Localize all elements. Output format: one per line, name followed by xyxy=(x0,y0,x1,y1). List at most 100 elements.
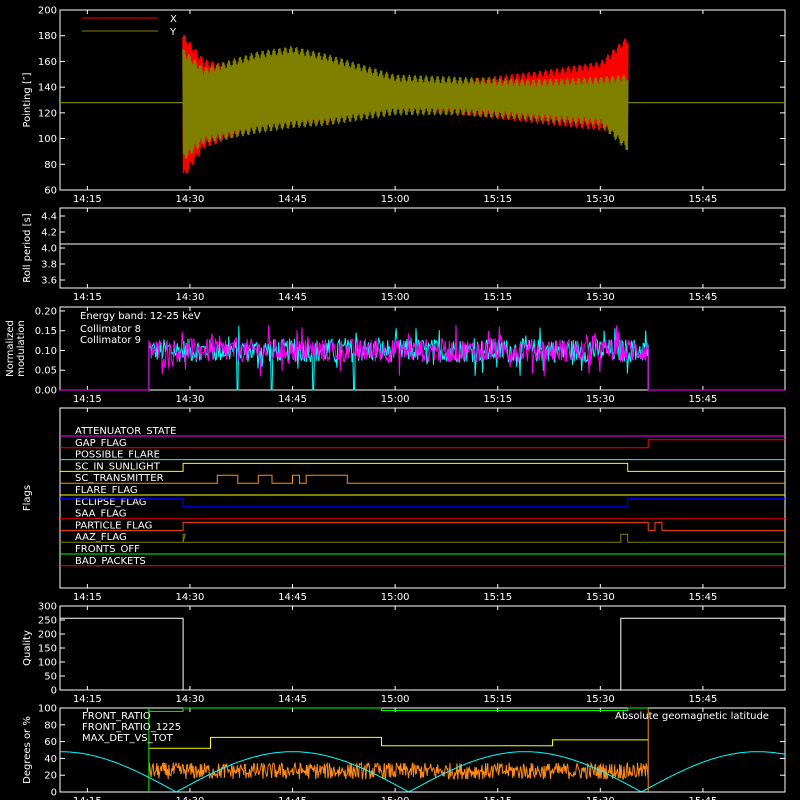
x-tick-label: 14:45 xyxy=(278,194,307,205)
flag-label-possible_flare: POSSIBLE_FLARE xyxy=(75,450,160,461)
y-axis-label: Flags xyxy=(22,485,33,511)
flag-label-flare_flag: FLARE_FLAG xyxy=(75,485,138,496)
x-tick-label: 14:45 xyxy=(278,592,307,603)
flag-row-sc_in_sunlight: SC_IN_SUNLIGHT xyxy=(60,461,785,472)
y-axis-label: Degrees or % xyxy=(22,716,33,784)
flag-row-attenuator_state: ATTENUATOR_STATE xyxy=(60,426,785,437)
flag-row-eclipse_flag: ECLIPSE_FLAG xyxy=(60,497,785,508)
flag-label-sc_transmitter: SC_TRANSMITTER xyxy=(75,473,164,484)
x-tick-label: 15:30 xyxy=(586,292,615,303)
y-tick-label: 160 xyxy=(38,57,57,68)
y-tick-label: 60 xyxy=(44,186,57,197)
x-tick-label: 15:00 xyxy=(381,394,410,405)
y-tick-label: 4.4 xyxy=(41,212,57,223)
y-tick-label: 0.10 xyxy=(35,346,57,357)
y-tick-label: 0.00 xyxy=(35,386,57,397)
y-tick-label: 0.05 xyxy=(35,366,57,377)
flag-row-fronts_off: FRONTS_OFF xyxy=(60,544,785,555)
x-tick-label: 14:30 xyxy=(176,796,205,800)
y-tick-label: 80 xyxy=(44,160,57,171)
x-tick-label: 14:15 xyxy=(73,292,102,303)
legend-label-front_ratio: FRONT_RATIO xyxy=(82,711,151,722)
x-tick-label: 15:30 xyxy=(586,796,615,800)
x-tick-label: 14:45 xyxy=(278,394,307,405)
x-tick-label: 14:45 xyxy=(278,796,307,800)
figure: 14:15 14:30 14:45 15:00 15:15 15:30 15:45 Point… xyxy=(0,0,800,800)
y-tick-label: 100 xyxy=(38,658,57,669)
x-tick-label: 15:15 xyxy=(483,292,512,303)
y-tick-label: 0.15 xyxy=(35,326,57,337)
legend-label-collimator-9: Collimator 9 xyxy=(80,335,141,346)
y-axis-label: modulation xyxy=(16,320,27,377)
x-tick-label: 15:45 xyxy=(689,796,718,800)
flag-row-aaz_flag: AAZ_FLAG xyxy=(60,532,785,543)
y-tick-label: 200 xyxy=(38,630,57,641)
x-tick-label: 14:30 xyxy=(176,194,205,205)
flag-label-aaz_flag: AAZ_FLAG xyxy=(75,532,127,543)
y-tick-label: 0 xyxy=(51,788,57,799)
chart-svg: 14:15 14:30 14:45 15:00 15:15 15:30 15:45 Point… xyxy=(5,6,786,800)
x-tick-label: 15:30 xyxy=(586,592,615,603)
y-axis-label: Quality xyxy=(22,630,33,666)
y-tick-label: 200 xyxy=(38,6,57,17)
x-tick-label: 15:15 xyxy=(483,394,512,405)
y-axis-label: Pointing [″] xyxy=(22,72,33,127)
x-tick-label: 15:15 xyxy=(483,694,512,705)
flag-trace-gap_flag xyxy=(60,439,785,449)
x-tick-label: 14:15 xyxy=(73,194,102,205)
y-tick-label: 3.6 xyxy=(41,276,57,287)
y-tick-label: 80 xyxy=(44,720,57,731)
flag-trace-particle_flag xyxy=(60,521,785,531)
x-tick-label: 15:30 xyxy=(586,694,615,705)
flag-row-flare_flag: FLARE_FLAG xyxy=(60,485,785,496)
x-tick-label: 15:00 xyxy=(381,694,410,705)
series-max_det_vs_tot xyxy=(148,761,649,781)
flag-trace-aaz_flag xyxy=(60,533,785,543)
flag-label-fronts_off: FRONTS_OFF xyxy=(75,544,140,555)
flag-label-gap_flag: GAP_FLAG xyxy=(75,438,127,449)
x-tick-label: 15:45 xyxy=(689,592,718,603)
flag-row-saa_flag: SAA_FLAG xyxy=(60,509,785,520)
flag-trace-sc_in_sunlight xyxy=(60,462,785,472)
x-tick-label: 15:15 xyxy=(483,194,512,205)
energy-band-annotation: Energy band: 12-25 keV xyxy=(80,311,201,322)
x-tick-label: 14:15 xyxy=(73,394,102,405)
y-tick-label: 0 xyxy=(51,686,57,697)
x-tick-label: 14:30 xyxy=(176,394,205,405)
y-tick-label: 50 xyxy=(44,672,57,683)
legend-label-max_det_vs_tot: MAX_DET_VS_TOT xyxy=(82,733,174,744)
flag-row-sc_transmitter: SC_TRANSMITTER xyxy=(60,473,785,484)
y-tick-label: 150 xyxy=(38,644,57,655)
modulation-collimator-9 xyxy=(60,324,785,391)
x-tick-label: 15:45 xyxy=(689,694,718,705)
x-tick-label: 14:15 xyxy=(73,796,102,800)
flag-label-bad_packets: BAD_PACKETS xyxy=(75,556,146,567)
x-tick-label: 14:15 xyxy=(73,694,102,705)
y-tick-label: 120 xyxy=(38,108,57,119)
x-tick-label: 14:30 xyxy=(176,292,205,303)
series-front_ratio_1225 xyxy=(148,707,649,712)
y-tick-label: 250 xyxy=(38,616,57,627)
y-tick-label: 100 xyxy=(38,134,57,145)
x-tick-label: 15:45 xyxy=(689,292,718,303)
flag-label-saa_flag: SAA_FLAG xyxy=(75,509,126,520)
y-tick-label: 60 xyxy=(44,737,57,748)
legend-label-front_ratio_1225: FRONT_RATIO_1225 xyxy=(82,722,181,733)
y-tick-label: 100 xyxy=(38,704,57,715)
x-tick-label: 15:30 xyxy=(586,194,615,205)
x-tick-label: 14:30 xyxy=(176,592,205,603)
flag-row-possible_flare: POSSIBLE_FLARE xyxy=(60,450,785,461)
flag-trace-sc_transmitter xyxy=(60,474,785,484)
flag-label-sc_in_sunlight: SC_IN_SUNLIGHT xyxy=(75,461,161,472)
x-tick-label: 14:30 xyxy=(176,694,205,705)
y-tick-label: 180 xyxy=(38,31,57,42)
flag-row-bad_packets: BAD_PACKETS xyxy=(60,556,785,567)
y-tick-label: 40 xyxy=(44,754,57,765)
legend-label-collimator-8: Collimator 8 xyxy=(80,324,141,335)
legend-label-geomagnetic-latitude: Absolute geomagnetic latitude xyxy=(615,711,769,722)
x-tick-label: 15:00 xyxy=(381,194,410,205)
x-tick-label: 15:00 xyxy=(381,292,410,303)
y-tick-label: 4.2 xyxy=(41,228,57,239)
quality-line xyxy=(60,617,785,691)
x-tick-label: 15:15 xyxy=(483,796,512,800)
